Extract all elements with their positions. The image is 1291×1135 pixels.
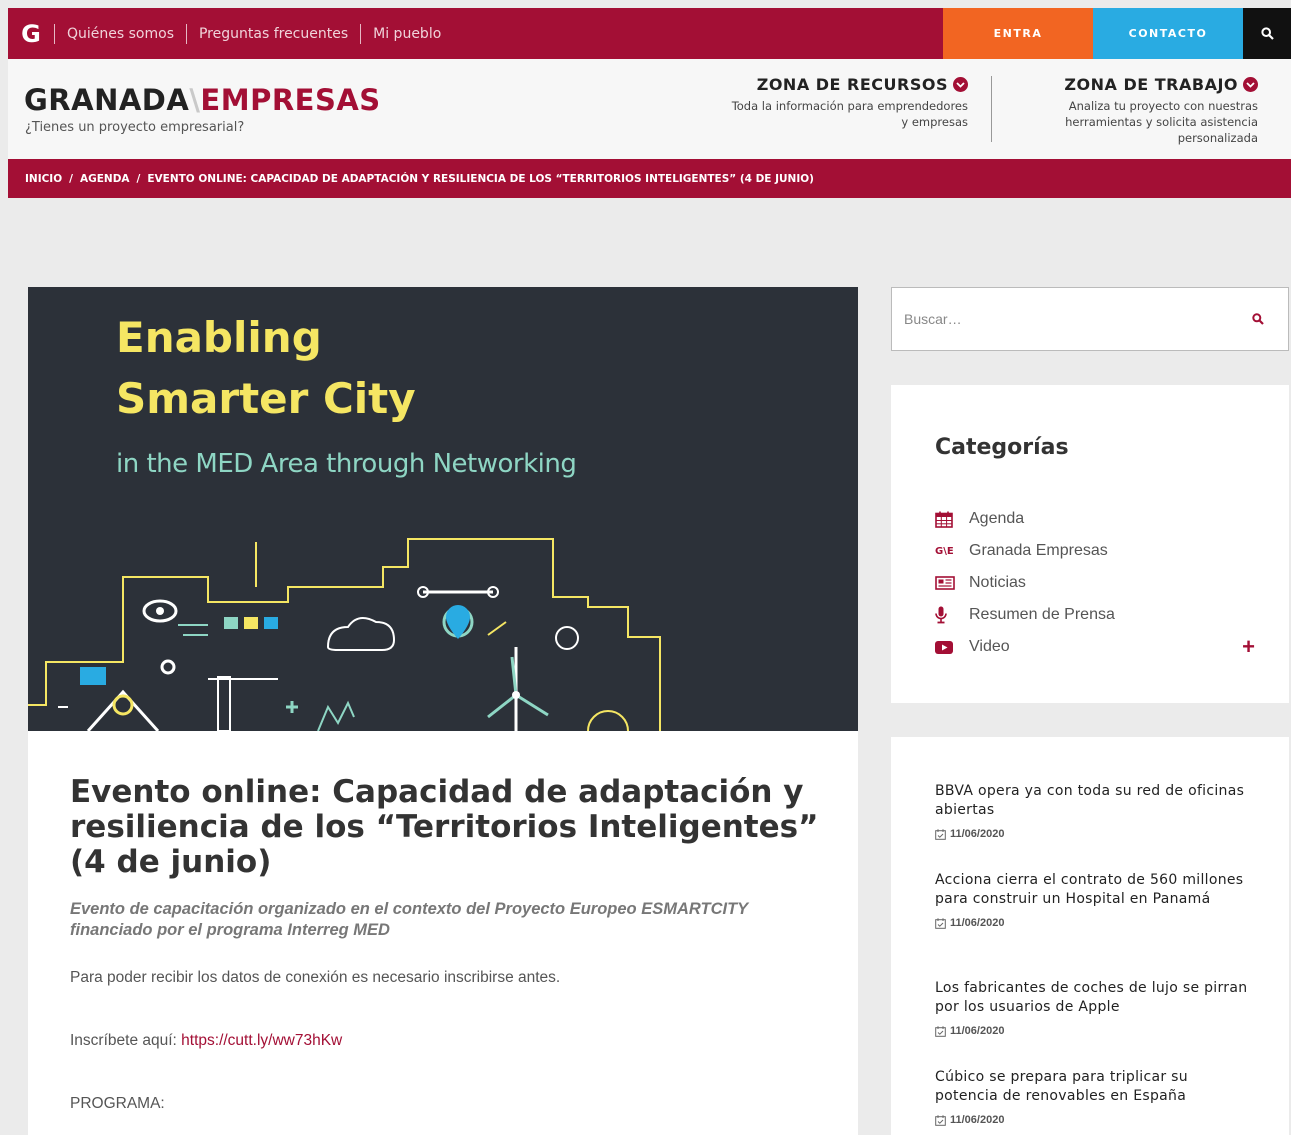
article-body: Evento online: Capacidad de adaptación y… [28, 731, 858, 1135]
zona-recursos-title: ZONA DE RECURSOS [756, 75, 948, 94]
news-item[interactable]: BBVA opera ya con toda su red de oficina… [935, 782, 1255, 840]
brand-tagline: ¿Tienes un proyecto empresarial? [25, 120, 245, 135]
chevron-down-icon [953, 77, 968, 92]
news-title[interactable]: Los fabricantes de coches de lujo se pir… [935, 979, 1255, 1017]
programa-heading: PROGRAMA: [70, 1095, 165, 1112]
zona-recursos[interactable]: ZONA DE RECURSOS Toda la información par… [728, 75, 968, 130]
category-label: Agenda [969, 510, 1025, 527]
zona-trabajo[interactable]: ZONA DE TRABAJO Analiza tu proyecto con … [998, 75, 1258, 146]
brand-granada: GRANADA [24, 83, 190, 117]
brand-separator: \ [189, 83, 201, 117]
nav-quienes-somos[interactable]: Quiénes somos [54, 23, 186, 44]
brand-empresas: EMPRESAS [200, 83, 381, 117]
zona-recursos-desc: Toda la información para emprendedores y… [731, 99, 968, 129]
hero-title-line1: Enabling [116, 313, 322, 362]
search-icon [1260, 27, 1274, 40]
search-input[interactable] [892, 288, 1228, 350]
calendar-check-icon [935, 1025, 946, 1037]
recent-news-widget: BBVA opera ya con toda su red de oficina… [891, 737, 1289, 1135]
category-label: Video [969, 638, 1010, 655]
hero-title-line2: Smarter City [116, 374, 416, 423]
breadcrumb-separator: / [136, 172, 141, 185]
categories-list: Agenda G\E Granada Empresas Noticias Res… [935, 503, 1255, 663]
calendar-icon [935, 511, 953, 528]
breadcrumb: INICIO / AGENDA / EVENTO ONLINE: CAPACID… [8, 159, 1291, 198]
site-logo[interactable]: G [8, 8, 54, 59]
categories-widget: Categorías Agenda G\E Granada Empresas N… [891, 385, 1289, 703]
category-resumen-prensa[interactable]: Resumen de Prensa [935, 599, 1255, 631]
category-label: Noticias [969, 574, 1026, 591]
breadcrumb-agenda[interactable]: AGENDA [80, 173, 130, 185]
search-toggle-button[interactable] [1243, 8, 1291, 59]
categories-title: Categorías [935, 435, 1069, 460]
news-item[interactable]: Acciona cierra el contrato de 560 millon… [935, 871, 1255, 929]
expand-plus-icon[interactable]: + [1242, 634, 1255, 660]
category-video[interactable]: Video + [935, 631, 1255, 663]
zone-divider [991, 76, 992, 142]
calendar-check-icon [935, 1114, 946, 1126]
news-title[interactable]: Acciona cierra el contrato de 560 millon… [935, 871, 1255, 909]
register-link[interactable]: https://cutt.ly/ww73hKw [181, 1032, 342, 1049]
news-item[interactable]: Los fabricantes de coches de lujo se pir… [935, 979, 1255, 1037]
article-lead: Evento de capacitación organizado en el … [70, 900, 748, 939]
category-agenda[interactable]: Agenda [935, 503, 1255, 535]
nav-mi-pueblo[interactable]: Mi pueblo [360, 23, 453, 44]
microphone-icon [935, 606, 947, 624]
sidebar-search [891, 287, 1289, 351]
news-date: 11/06/2020 [935, 1114, 1255, 1126]
top-bar: G Quiénes somos Preguntas frecuentes Mi … [8, 8, 1291, 59]
news-title[interactable]: BBVA opera ya con toda su red de oficina… [935, 782, 1255, 820]
news-item[interactable]: Cúbico se prepara para triplicar su pote… [935, 1068, 1255, 1126]
category-noticias[interactable]: Noticias [935, 567, 1255, 599]
breadcrumb-inicio[interactable]: INICIO [25, 173, 62, 185]
top-nav: Quiénes somos Preguntas frecuentes Mi pu… [54, 8, 453, 59]
news-date: 11/06/2020 [935, 828, 1255, 840]
category-granada-empresas[interactable]: G\E Granada Empresas [935, 535, 1255, 567]
smart-city-illustration [28, 538, 661, 731]
calendar-check-icon [935, 917, 946, 929]
zona-trabajo-title: ZONA DE TRABAJO [1064, 75, 1238, 94]
zona-trabajo-desc: Analiza tu proyecto con nuestras herrami… [1065, 99, 1258, 145]
entra-button[interactable]: ENTRA [943, 8, 1093, 59]
top-actions: ENTRA CONTACTO [943, 8, 1291, 59]
contacto-button[interactable]: CONTACTO [1093, 8, 1243, 59]
youtube-icon [935, 640, 953, 654]
category-label: Granada Empresas [969, 542, 1108, 559]
article-paragraph: Para poder recibir los datos de conexión… [70, 969, 561, 986]
article-title: Evento online: Capacidad de adaptación y… [70, 774, 819, 880]
category-label: Resumen de Prensa [969, 606, 1115, 623]
site-header: GRANADA\EMPRESAS ¿Tienes un proyecto emp… [8, 59, 1291, 159]
article-paragraph: Inscríbete aquí: https://cutt.ly/ww73hKw [70, 1032, 342, 1050]
hero-subtitle: in the MED Area through Networking [116, 449, 577, 479]
search-submit-button[interactable] [1228, 288, 1288, 350]
breadcrumb-separator: / [69, 172, 73, 185]
search-icon [1252, 313, 1264, 325]
news-date: 11/06/2020 [935, 917, 1255, 929]
hero-title: Enabling Smarter City [116, 307, 416, 429]
breadcrumb-current: EVENTO ONLINE: CAPACIDAD DE ADAPTACIÓN Y… [147, 172, 814, 185]
ge-logo-icon: G\E [935, 545, 954, 557]
newspaper-icon [935, 576, 955, 590]
news-date: 11/06/2020 [935, 1025, 1255, 1037]
news-title[interactable]: Cúbico se prepara para triplicar su pote… [935, 1068, 1255, 1106]
nav-preguntas-frecuentes[interactable]: Preguntas frecuentes [185, 23, 360, 44]
calendar-check-icon [935, 828, 946, 840]
chevron-down-icon [1243, 77, 1258, 92]
brand-logo[interactable]: GRANADA\EMPRESAS [24, 83, 381, 117]
featured-image: Enabling Smarter City in the MED Area th… [28, 287, 858, 731]
register-label: Inscríbete aquí: [70, 1032, 182, 1049]
